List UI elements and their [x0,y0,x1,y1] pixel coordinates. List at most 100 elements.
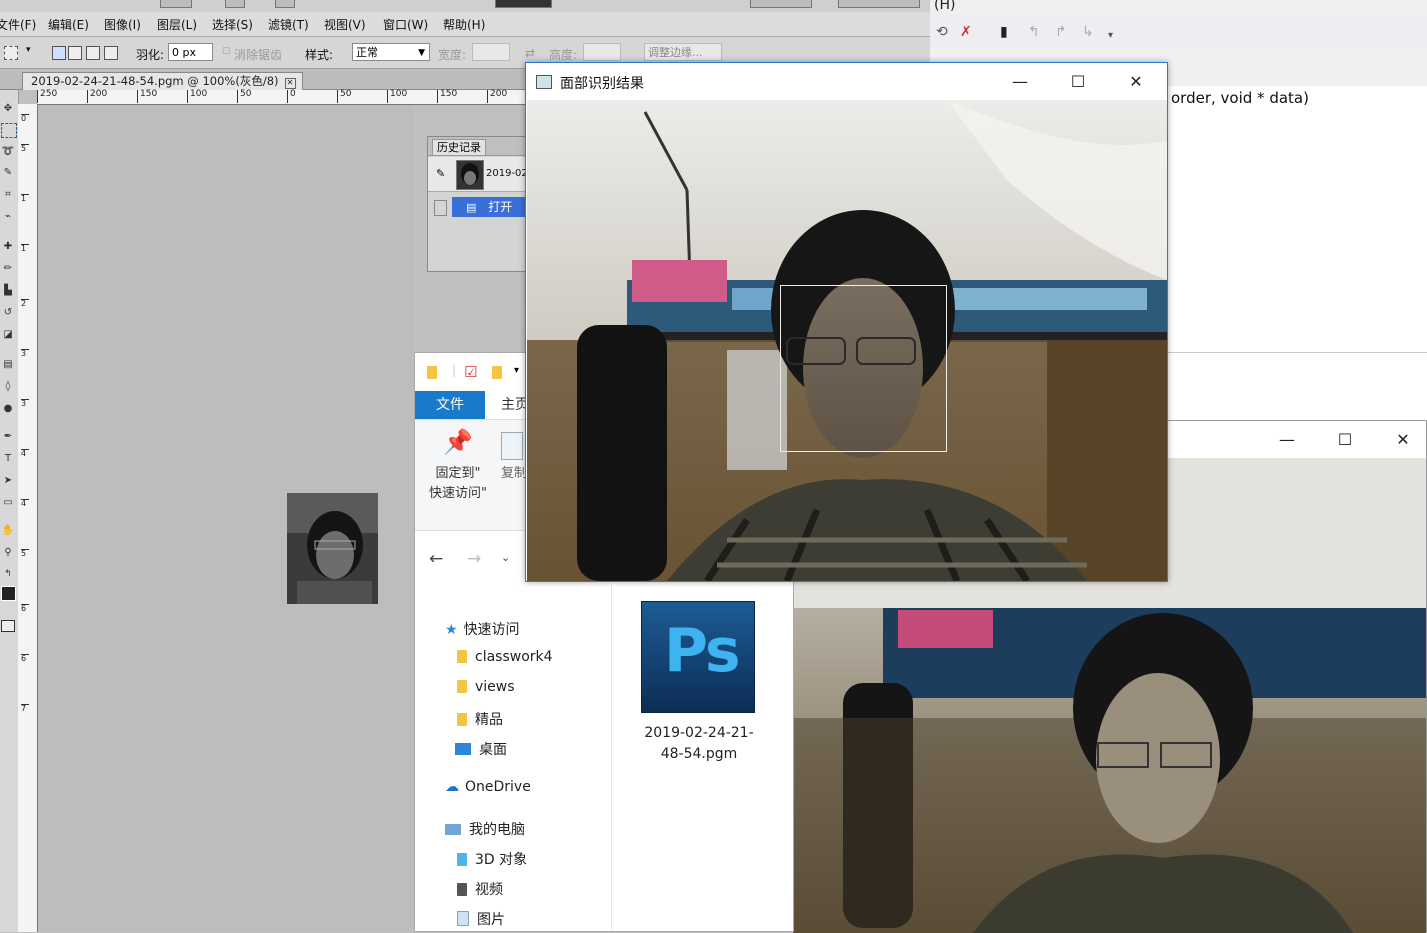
close-button[interactable]: ✕ [1374,421,1427,458]
maximize-button[interactable]: ☐ [1049,63,1107,100]
gradient-tool-icon[interactable]: ▤ [1,358,15,371]
bookmark-icon[interactable]: ▮ [1000,24,1008,40]
tab-file[interactable]: 文件 [415,391,485,419]
nav-item-pictures[interactable]: 图片 [457,909,505,929]
vs-output-pane[interactable] [1166,352,1427,421]
hand-tool-icon[interactable]: ✋ [1,524,15,537]
lasso-tool-icon[interactable]: ➰ [1,145,15,158]
marquee-tool-icon[interactable] [4,46,18,60]
new-folder-icon[interactable] [492,366,502,379]
nav-item-videos[interactable]: 视频 [457,879,503,899]
history-snapshot[interactable]: ✎ 2019-02 [428,157,528,192]
ps-window-controls[interactable] [838,0,920,8]
new-selection-icon[interactable] [52,46,66,60]
menu-view[interactable]: 视图(V) [324,16,366,33]
width-input[interactable] [472,43,510,61]
qat-dropdown-icon[interactable]: ▾ [514,365,519,376]
vs-code-editor[interactable] [1166,112,1427,352]
maximize-button[interactable]: ☐ [1316,421,1374,458]
path-select-icon[interactable]: ➤ [1,474,15,487]
ruler-tick-label: 250 [37,90,57,103]
zoom-tool-icon[interactable]: ⚲ [1,546,15,559]
prev-bookmark-icon[interactable]: ↰ [1028,24,1040,40]
swap-colors-icon[interactable]: ↰ [1,568,15,581]
move-tool-icon[interactable]: ✥ [1,102,15,115]
dodge-tool-icon[interactable]: ● [1,402,15,415]
uncomment-icon[interactable]: ✗ [960,24,972,40]
ruler-tick-label: 50 [237,90,251,103]
height-input[interactable] [583,43,621,61]
toolbar-overflow-icon[interactable]: ▾ [1108,30,1113,41]
nav-quick-access[interactable]: ★ 快速访问 [445,619,520,639]
type-tool-icon[interactable]: T [1,452,15,465]
subtract-selection-icon[interactable] [86,46,100,60]
style-select[interactable]: 正常 ▼ [352,43,430,61]
document-tab-title: 2019-02-24-21-48-54.pgm @ 100%(灰色/8) [31,74,279,88]
quick-mask-icon[interactable] [1,620,15,632]
menu-layer[interactable]: 图层(L) [157,16,197,33]
photoshop-file-icon: Ps [641,601,755,713]
magic-wand-icon[interactable]: ✎ [1,166,15,179]
properties-icon[interactable]: ☑ [464,363,477,381]
marquee-tool-icon[interactable] [1,123,17,138]
history-state-checkbox[interactable] [434,200,447,216]
history-brush-icon[interactable]: ✎ [436,167,445,180]
menu-filter[interactable]: 滤镜(T) [268,16,309,33]
folder-icon[interactable] [427,366,437,379]
grayscale-face-image[interactable] [287,493,378,604]
foreground-color-swatch[interactable] [1,586,16,601]
nav-this-pc[interactable]: 我的电脑 [445,819,525,839]
nav-item-views[interactable]: views [457,679,515,695]
menu-help[interactable]: 帮助(H) [443,16,485,33]
crop-tool-icon[interactable]: ⌗ [1,188,15,201]
ruler-tick-label: 2 [21,299,29,308]
stamp-tool-icon[interactable]: ▙ [1,284,15,297]
file-name-line2: 48-54.pgm [660,746,738,762]
add-selection-icon[interactable] [68,46,82,60]
comment-icon[interactable]: ⟲ [936,24,948,40]
menu-edit[interactable]: 编辑(E) [48,16,89,33]
window-titlebar[interactable]: 面部识别结果 — ☐ ✕ [526,63,1167,100]
minimize-button[interactable]: — [991,63,1049,100]
ruler-tick-label: 0 [21,114,29,123]
swap-icon[interactable]: ⇄ [525,46,535,60]
history-brush-icon[interactable]: ↺ [1,306,15,319]
document-tab[interactable]: 2019-02-24-21-48-54.pgm @ 100%(灰色/8) ✕ [22,72,303,90]
vs-help-menu-fragment[interactable]: (H) [934,0,955,13]
tab-history[interactable]: 历史记录 [432,139,486,155]
snapshot-face-drawing [461,163,479,185]
forward-arrow-icon[interactable]: → [467,549,481,569]
brush-tool-icon[interactable]: ✏ [1,262,15,275]
close-icon[interactable]: ✕ [284,78,296,89]
nav-item-desktop[interactable]: 桌面 [455,739,507,759]
nav-onedrive[interactable]: ☁ OneDrive [445,779,531,795]
healing-brush-icon[interactable]: ✚ [1,240,15,253]
nav-item-jingpin[interactable]: 精品 [457,709,503,729]
refine-edge-button[interactable]: 调整边缘... [644,43,722,61]
ps-workspace-switcher[interactable] [495,0,552,8]
nav-item-classwork4[interactable]: classwork4 [457,649,553,665]
next-bookmark-icon[interactable]: ↱ [1055,24,1067,40]
minimize-button[interactable]: — [1258,421,1316,458]
menu-image[interactable]: 图像(I) [104,16,141,33]
antialias-checkbox[interactable]: ☐ [222,47,230,57]
nav-item-3d-objects[interactable]: 3D 对象 [457,849,527,869]
pin-to-quick-access-button[interactable]: 📌 固定到" 快速访问" [423,430,493,504]
feather-input[interactable]: 0 px [168,43,213,61]
eyedropper-icon[interactable]: ⌁ [1,210,15,223]
history-step-open[interactable]: ▤ 打开 [452,197,528,217]
pane-divider[interactable] [611,585,612,931]
menu-window[interactable]: 窗口(W) [383,16,428,33]
menu-file[interactable]: 文件(F) [0,16,36,33]
close-button[interactable]: ✕ [1107,63,1165,100]
intersect-selection-icon[interactable] [104,46,118,60]
dropdown-arrow-icon[interactable]: ▾ [26,45,31,55]
recent-locations-icon[interactable]: ⌄ [501,551,510,564]
blur-tool-icon[interactable]: ◊ [1,380,15,393]
shape-tool-icon[interactable]: ▭ [1,496,15,509]
eraser-tool-icon[interactable]: ◪ [1,328,15,341]
pen-tool-icon[interactable]: ✒ [1,430,15,443]
clear-bookmarks-icon[interactable]: ↳ [1082,24,1094,40]
back-arrow-icon[interactable]: ← [429,549,443,569]
menu-select[interactable]: 选择(S) [212,16,253,33]
